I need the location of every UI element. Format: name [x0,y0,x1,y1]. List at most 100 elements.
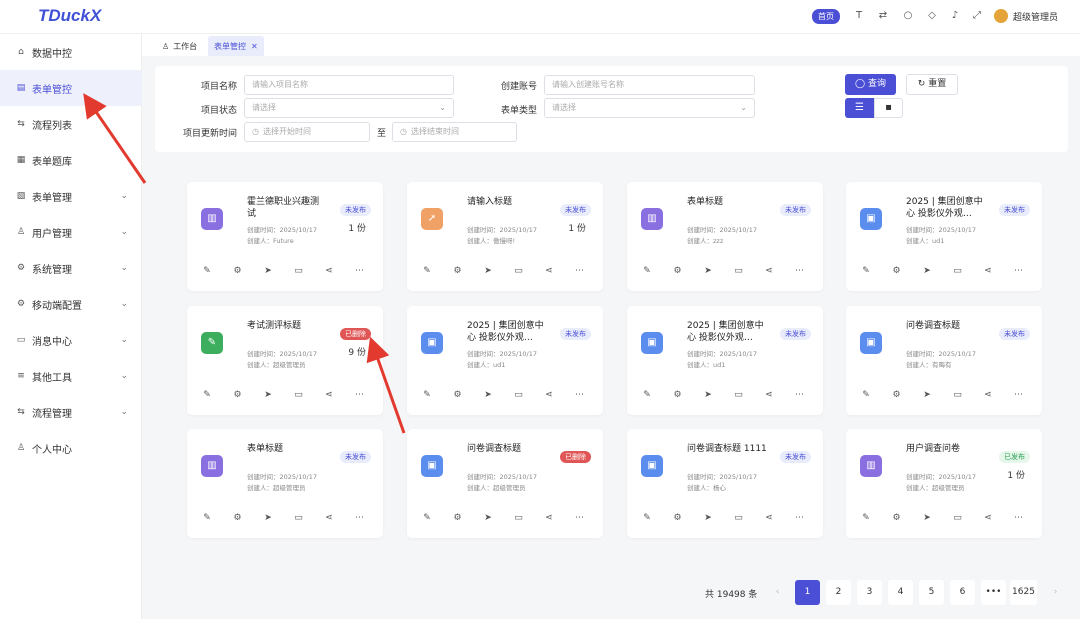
card-title[interactable]: 2025 | 集团创意中心 投影仪外观… [467,320,547,344]
query-button[interactable]: ◯ 查询 [845,74,896,95]
more-icon[interactable]: ⋯ [354,389,366,401]
send-icon[interactable]: ➤ [482,389,494,401]
share-icon[interactable]: ⋖ [982,512,994,524]
preview-icon[interactable]: ▭ [733,265,745,277]
tab-workbench[interactable]: ♙ 工作台 [156,36,203,56]
card-title[interactable]: 问卷调查标题 1111 [687,443,767,455]
share-icon[interactable]: ⋖ [323,265,335,277]
form-card[interactable]: ✎ 考试测评标题 创建时间：2025/10/17 创建人：超级管理员 已删除 9 份 ✎ ⚙ ➤… [187,306,383,415]
card-title[interactable]: 问卷调查标题 [906,320,986,332]
status-select[interactable]: 请选择 ⌄ [244,98,454,118]
home-button[interactable]: 首页 [812,9,840,24]
list-view-toggle[interactable]: ☰ [845,98,874,118]
card-title[interactable]: 表单标题 [687,196,767,208]
form-card[interactable]: ➚ 请输入标题 创建时间：2025/10/17 创建人：傲慢呀! 未发布 1 份 ✎ ⚙ ➤ ▭ ⋖… [407,182,603,291]
preview-icon[interactable]: ▭ [293,265,305,277]
send-icon[interactable]: ➤ [921,265,933,277]
preview-icon[interactable]: ▭ [733,512,745,524]
form-card[interactable]: ▥ 霍兰德职业兴趣测试 创建时间：2025/10/17 创建人：Future 未发布 1 … [187,182,383,291]
edit-icon[interactable]: ✎ [421,265,433,277]
gear-icon[interactable]: ⚙ [232,265,244,277]
more-icon[interactable]: ⋯ [574,512,586,524]
card-title[interactable]: 2025 | 集团创意中心 投影仪外观… [687,320,767,344]
page-button[interactable]: 6 [950,580,975,605]
send-icon[interactable]: ➤ [262,512,274,524]
username[interactable]: 超级管理员 [1013,10,1058,23]
theme-icon[interactable]: ◇ [926,10,938,22]
share-icon[interactable]: ⋖ [543,512,555,524]
gear-icon[interactable]: ⚙ [452,389,464,401]
sidebar-item[interactable]: ⚙ 系统管理 ⌄ [0,250,142,286]
page-button[interactable]: ••• [981,580,1006,605]
more-icon[interactable]: ⋯ [354,512,366,524]
card-title[interactable]: 考试测评标题 [247,320,327,332]
preview-icon[interactable]: ▭ [293,389,305,401]
card-title[interactable]: 用户调查问卷 [906,443,986,455]
page-button[interactable]: 4 [888,580,913,605]
sidebar-item[interactable]: ▭ 消息中心 ⌄ [0,322,142,358]
share-icon[interactable]: ⋖ [763,389,775,401]
gear-icon[interactable]: ⚙ [452,512,464,524]
gear-icon[interactable]: ⚙ [891,265,903,277]
preview-icon[interactable]: ▭ [513,265,525,277]
share-icon[interactable]: ⋖ [323,389,335,401]
form-card[interactable]: ▣ 问卷调查标题 创建时间：2025/10/17 创建人：超级管理员 已删除 ✎ ⚙ ➤ ▭ ⋖ ⋯ [407,429,603,538]
gear-icon[interactable]: ⚙ [672,512,684,524]
preview-icon[interactable]: ▭ [952,265,964,277]
edit-icon[interactable]: ✎ [860,265,872,277]
card-title[interactable]: 霍兰德职业兴趣测试 [247,196,327,220]
bell-icon[interactable]: ♪ [949,10,961,22]
end-date-input[interactable]: ◷ 选择结束时间 [392,122,517,142]
text-size-icon[interactable]: T [853,10,865,22]
send-icon[interactable]: ➤ [702,512,714,524]
gear-icon[interactable]: ⚙ [891,512,903,524]
card-title[interactable]: 表单标题 [247,443,327,455]
sidebar-item[interactable]: ▤ 表单管控 [0,70,142,106]
sidebar-item[interactable]: ⌂ 数据中控 [0,34,142,70]
reset-button[interactable]: ↻ 重置 [906,74,958,95]
edit-icon[interactable]: ✎ [641,512,653,524]
type-select[interactable]: 请选择 ⌄ [544,98,755,118]
edit-icon[interactable]: ✎ [421,512,433,524]
gear-icon[interactable]: ⚙ [232,512,244,524]
page-button[interactable]: 3 [857,580,882,605]
form-card[interactable]: ▣ 2025 | 集团创意中心 投影仪外观… 创建时间：2025/10/17 创建人：… [846,182,1042,291]
share-icon[interactable]: ⋖ [543,389,555,401]
start-date-input[interactable]: ◷ 选择开始时间 [244,122,370,142]
page-button[interactable]: 1 [795,580,820,605]
next-page-button[interactable]: › [1043,580,1068,605]
send-icon[interactable]: ➤ [702,265,714,277]
sidebar-item[interactable]: ▧ 表单管理 ⌄ [0,178,142,214]
edit-icon[interactable]: ✎ [201,389,213,401]
close-icon[interactable]: ✕ [251,42,258,51]
gear-icon[interactable]: ⚙ [891,389,903,401]
send-icon[interactable]: ➤ [482,265,494,277]
preview-icon[interactable]: ▭ [952,512,964,524]
avatar[interactable] [994,9,1008,23]
preview-icon[interactable]: ▭ [513,512,525,524]
edit-icon[interactable]: ✎ [860,512,872,524]
grid-view-toggle[interactable]: ▪ [874,98,903,118]
share-icon[interactable]: ⋖ [763,512,775,524]
more-icon[interactable]: ⋯ [794,265,806,277]
send-icon[interactable]: ➤ [482,512,494,524]
preview-icon[interactable]: ▭ [952,389,964,401]
search-icon[interactable]: ○ [902,10,914,22]
send-icon[interactable]: ➤ [262,389,274,401]
more-icon[interactable]: ⋯ [1013,389,1025,401]
edit-icon[interactable]: ✎ [641,265,653,277]
sidebar-item[interactable]: ♙ 个人中心 [0,430,142,466]
creator-input[interactable]: 请输入创建账号名称 [544,75,755,95]
share-icon[interactable]: ⋖ [982,265,994,277]
share-icon[interactable]: ⋖ [763,265,775,277]
sidebar-item[interactable]: ≡ 其他工具 ⌄ [0,358,142,394]
card-title[interactable]: 请输入标题 [467,196,547,208]
prev-page-button[interactable]: ‹ [765,580,790,605]
send-icon[interactable]: ➤ [702,389,714,401]
send-icon[interactable]: ➤ [921,512,933,524]
gear-icon[interactable]: ⚙ [672,389,684,401]
preview-icon[interactable]: ▭ [293,512,305,524]
page-button[interactable]: 5 [919,580,944,605]
form-card[interactable]: ▣ 2025 | 集团创意中心 投影仪外观… 创建时间：2025/10/17 创建人：… [627,306,823,415]
gear-icon[interactable]: ⚙ [672,265,684,277]
